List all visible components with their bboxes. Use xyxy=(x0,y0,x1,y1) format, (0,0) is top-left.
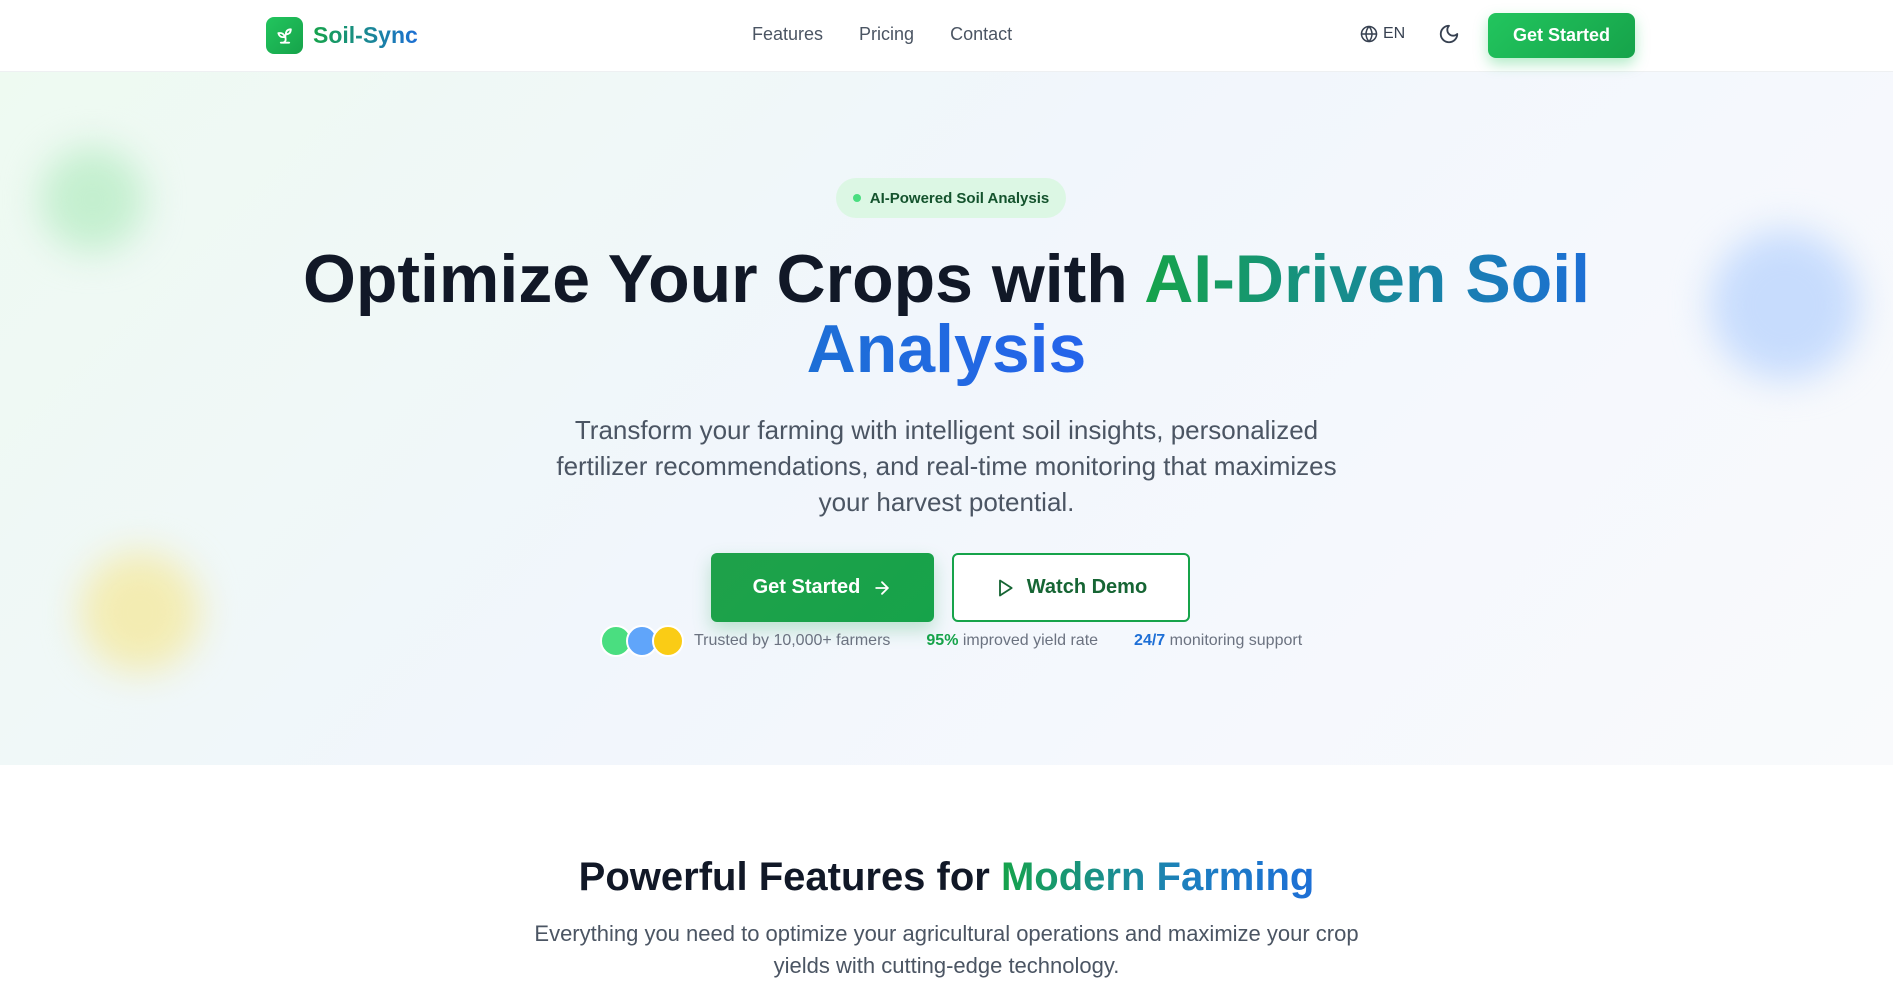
features-title: Powerful Features for Modern Farming xyxy=(0,855,1893,900)
support-stat-label: monitoring support xyxy=(1165,632,1303,649)
hero-get-started-button[interactable]: Get Started xyxy=(711,553,934,622)
theme-toggle-button[interactable] xyxy=(1438,23,1460,50)
arrow-right-icon xyxy=(875,580,890,595)
features-title-highlight: Modern Farming xyxy=(1000,855,1315,899)
support-stat-value: 24/7 xyxy=(1134,632,1166,649)
hero-badge: AI-Powered Soil Analysis xyxy=(836,178,1066,218)
features-title-plain: Powerful Features for xyxy=(578,855,1001,899)
hero-badge-label: AI-Powered Soil Analysis xyxy=(869,189,1050,207)
brand-name: Soil-Sync xyxy=(313,22,418,48)
trusted-by-text: Trusted by 10,000+ farmers xyxy=(694,632,891,649)
hero-get-started-label: Get Started xyxy=(752,576,861,598)
hero-headline: Optimize Your Crops with AI-Driven Soil … xyxy=(0,244,1893,384)
features-subtitle: Everything you need to optimize your agr… xyxy=(534,921,1359,978)
nav-link-contact[interactable]: Contact xyxy=(950,24,1012,45)
hero-subtitle: Transform your farming with intelligent … xyxy=(556,415,1337,517)
support-stat: 24/7 monitoring support xyxy=(1134,632,1302,650)
sprout-icon xyxy=(266,17,303,54)
brand-logo[interactable]: Soil-Sync xyxy=(266,17,418,54)
status-dot-icon xyxy=(852,194,861,202)
yield-stat-value: 95% xyxy=(926,632,959,649)
main-nav: Features Pricing Contact xyxy=(752,24,1012,45)
decorative-blob xyxy=(40,147,145,252)
avatar-group xyxy=(600,625,684,657)
moon-icon xyxy=(1439,24,1459,44)
top-nav-bar: Soil-Sync Features Pricing Contact EN Ge… xyxy=(0,0,1893,72)
nav-link-pricing[interactable]: Pricing xyxy=(859,24,914,45)
hero-headline-highlight: AI-Driven Soil xyxy=(1144,241,1591,317)
play-icon xyxy=(998,579,1013,596)
hero-section: AI-Powered Soil Analysis Optimize Your C… xyxy=(0,72,1893,765)
nav-link-features[interactable]: Features xyxy=(752,24,823,45)
hero-headline-highlight-2: Analysis xyxy=(806,311,1087,387)
watch-demo-label: Watch Demo xyxy=(1026,576,1148,598)
header-get-started-button[interactable]: Get Started xyxy=(1488,13,1635,58)
trust-bar: Trusted by 10,000+ farmers 95% improved … xyxy=(600,625,1302,657)
decorative-blob xyxy=(80,552,200,672)
language-label: EN xyxy=(1383,25,1406,42)
yield-stat: 95% improved yield rate xyxy=(926,632,1098,650)
yield-stat-label: improved yield rate xyxy=(958,632,1099,649)
language-switcher[interactable]: EN xyxy=(1360,25,1405,43)
globe-icon xyxy=(1360,25,1378,43)
avatar xyxy=(652,625,684,657)
hero-headline-plain: Optimize Your Crops with xyxy=(302,241,1145,317)
watch-demo-button[interactable]: Watch Demo xyxy=(952,553,1190,622)
